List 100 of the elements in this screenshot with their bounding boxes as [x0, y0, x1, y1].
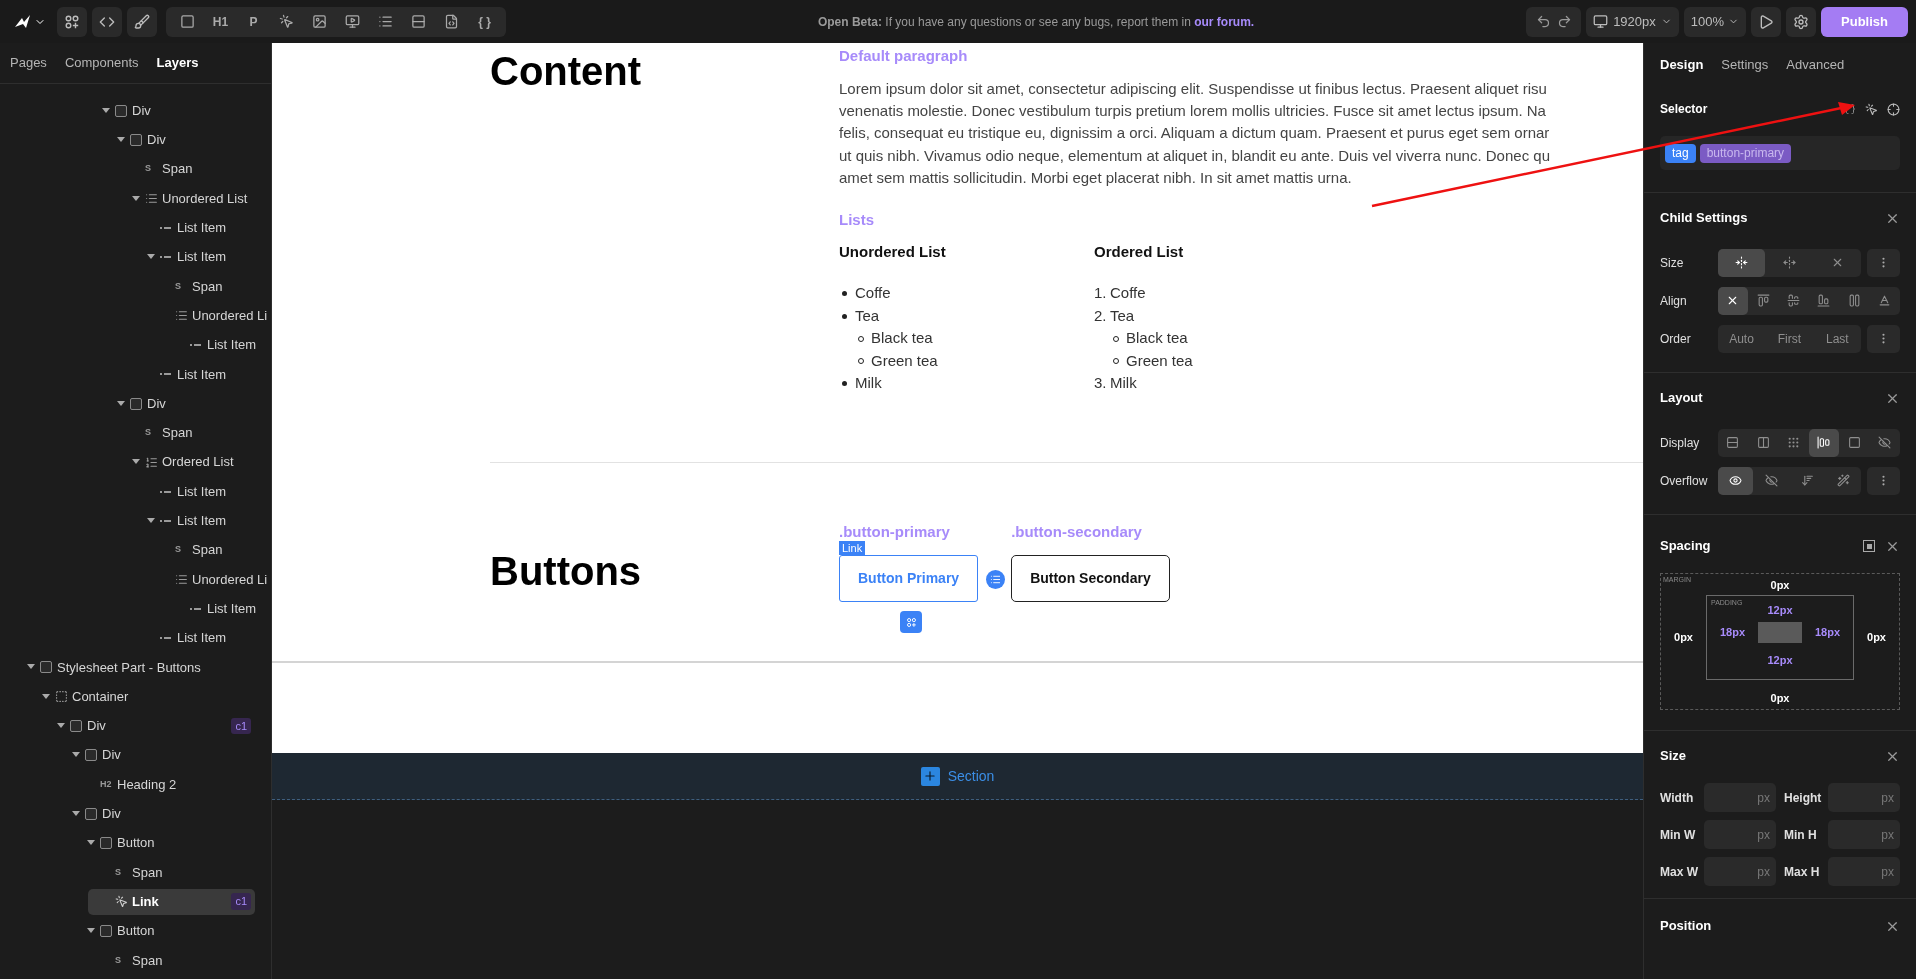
layer-item[interactable]: Div [72, 742, 255, 769]
layer-item[interactable]: List Item [177, 332, 257, 358]
toolbar-button[interactable]: { } [469, 8, 500, 35]
device-dropdown[interactable]: 1920px [1586, 6, 1679, 37]
redo-icon[interactable] [1556, 14, 1572, 29]
zoom-dropdown[interactable]: 100% [1683, 6, 1747, 37]
layer-item[interactable]: S Span [162, 537, 255, 564]
layer-item[interactable]: Div [72, 800, 255, 827]
layer-label: Link [132, 892, 159, 911]
panel-tab[interactable]: Layers [156, 53, 199, 73]
layer-item[interactable]: Button [87, 917, 255, 944]
class-label: .button-primary [839, 523, 951, 542]
components-icon [64, 13, 80, 30]
layer-item[interactable]: H2 Heading 2 [87, 771, 255, 798]
segment-option[interactable] [1717, 248, 1766, 277]
caret-icon[interactable] [147, 517, 155, 524]
inspector-tab[interactable]: Design [1660, 54, 1704, 75]
spacing-value[interactable]: 18px [1719, 624, 1746, 641]
panel-tab[interactable]: Pages [10, 53, 47, 73]
menu-handle-icon[interactable] [986, 570, 1006, 590]
list-item: Black tea [871, 328, 933, 349]
sample-button[interactable]: Button Secondary [1011, 555, 1170, 603]
caret-icon[interactable] [27, 664, 35, 671]
panel-tab[interactable]: Components [64, 53, 139, 73]
toolbar-button[interactable] [92, 6, 122, 37]
cursor-icon[interactable] [1865, 102, 1878, 116]
settings-button[interactable] [1786, 6, 1817, 37]
layer-item[interactable]: Link c1 [88, 888, 255, 915]
caret-icon[interactable] [132, 195, 140, 202]
segment-option[interactable]: First [1765, 324, 1814, 353]
layer-item[interactable]: Ordered List [132, 449, 255, 476]
inspector-tab[interactable]: Settings [1721, 54, 1769, 75]
spacing-value[interactable]: 0px [1674, 629, 1693, 646]
caret-icon[interactable] [72, 752, 80, 759]
sample-button[interactable]: Button Primary [839, 555, 979, 603]
layer-item[interactable]: List Item [147, 214, 255, 241]
forum-link[interactable]: our forum. [1194, 14, 1255, 29]
square-icon[interactable] [1863, 540, 1875, 552]
layer-item[interactable]: Div [117, 126, 255, 153]
caret-icon[interactable] [132, 459, 140, 466]
list-item: Milk [1110, 373, 1137, 394]
caret-icon[interactable] [117, 136, 125, 143]
field-label: Height [1784, 789, 1823, 807]
layer-item[interactable]: List Item [147, 244, 255, 271]
layer-item[interactable]: List Item [147, 478, 255, 505]
layer-item[interactable]: List Item [177, 595, 257, 622]
layer-item[interactable]: List Item [147, 507, 255, 534]
caret-icon[interactable] [42, 693, 50, 700]
layer-item[interactable]: Unordered Li [162, 566, 268, 593]
undo-icon[interactable] [1535, 14, 1551, 29]
brush-icon [134, 13, 150, 30]
spacing-value[interactable]: 12px [1767, 601, 1793, 618]
layer-item[interactable]: S Span [102, 859, 255, 886]
target-icon[interactable] [1887, 102, 1900, 116]
selector-chip[interactable]: tag [1665, 143, 1696, 163]
layer-item[interactable]: Div [102, 97, 255, 124]
dashed-square-icon [55, 690, 68, 704]
layer-label: Stylesheet Part - Buttons [57, 658, 201, 677]
spacing-value[interactable]: 0px [1867, 629, 1886, 646]
segment-option[interactable]: Auto [1717, 324, 1766, 353]
caret-icon[interactable] [147, 254, 155, 261]
selector-field[interactable]: tag button-primary [1660, 136, 1900, 170]
toolbar-button[interactable] [127, 6, 157, 37]
spacing-value[interactable]: 0px [1770, 576, 1790, 593]
layer-item[interactable]: S Span [162, 273, 255, 300]
toolbar-button[interactable]: P [238, 8, 269, 35]
preview-button[interactable] [1751, 6, 1782, 37]
components-handle-icon[interactable] [900, 611, 922, 634]
caret-icon[interactable] [102, 107, 110, 114]
spacing-value[interactable]: 12px [1767, 654, 1793, 666]
layer-item[interactable]: Stylesheet Part - Buttons [27, 654, 255, 681]
layer-item[interactable]: Container [42, 683, 255, 710]
layer-item[interactable]: List Item [147, 361, 255, 388]
caret-icon[interactable] [87, 927, 95, 934]
layer-item[interactable]: Div c1 [57, 712, 255, 739]
spacing-value[interactable]: 0px [1770, 692, 1790, 704]
unit-label: px [1881, 789, 1894, 807]
caret-icon[interactable] [117, 400, 125, 407]
segment-option[interactable]: Last [1813, 324, 1862, 353]
layer-item[interactable]: Button [87, 830, 255, 857]
segment-option[interactable] [1717, 286, 1748, 315]
layer-item[interactable]: Unordered Li [162, 302, 268, 329]
toolbar-button[interactable] [57, 6, 87, 37]
segment-option[interactable] [1717, 466, 1754, 495]
layer-label: Unordered Li [192, 306, 268, 325]
segment-option[interactable] [1808, 428, 1840, 457]
file-icon [444, 14, 459, 29]
layer-item[interactable]: Div [117, 390, 255, 417]
spacing-value[interactable]: 18px [1814, 624, 1841, 641]
layer-item[interactable]: S Span [102, 947, 255, 974]
layer-item[interactable]: S Span [132, 419, 255, 446]
caret-icon[interactable] [87, 840, 95, 847]
caret-icon[interactable] [72, 810, 80, 817]
layer-item[interactable]: S Span [132, 156, 255, 183]
toolbar-button[interactable]: H1 [205, 8, 236, 35]
layer-item[interactable]: Unordered List [132, 185, 255, 212]
add-section-button[interactable]: Section [920, 765, 995, 787]
layer-item[interactable]: List Item [147, 625, 255, 651]
inspector-tab[interactable]: Advanced [1786, 54, 1845, 75]
caret-icon[interactable] [57, 722, 65, 729]
